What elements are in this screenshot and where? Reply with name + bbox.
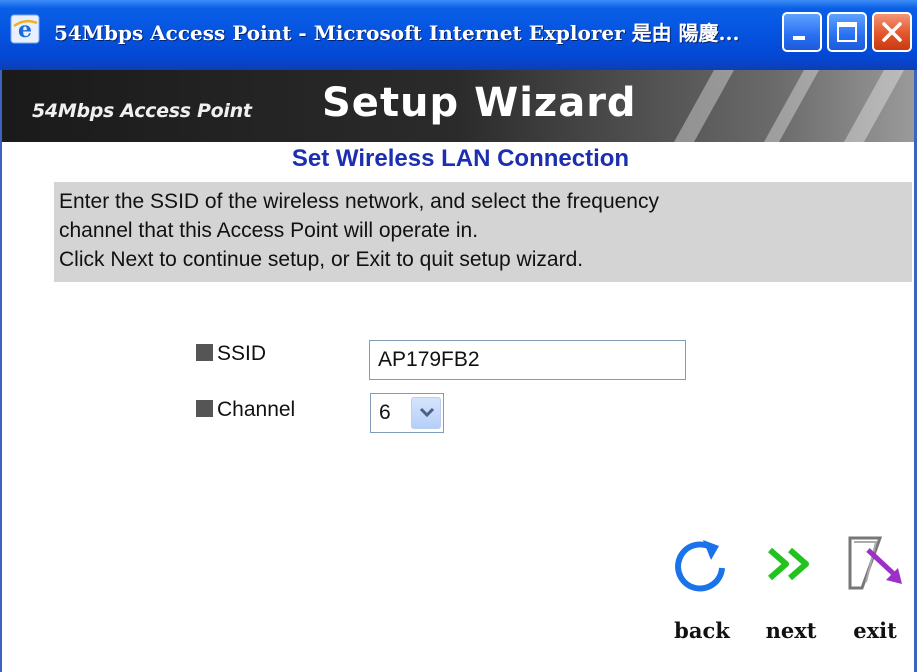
ie-icon: e bbox=[10, 14, 40, 44]
ssid-input[interactable] bbox=[369, 340, 686, 380]
wizard-banner: 54Mbps Access Point Setup Wizard bbox=[2, 70, 914, 142]
window-title-bar[interactable]: e 54Mbps Access Point - Microsoft Intern… bbox=[0, 0, 917, 71]
page-title: Set Wireless LAN Connection bbox=[291, 145, 630, 172]
chevron-down-icon bbox=[419, 407, 435, 418]
channel-label: Channel bbox=[217, 398, 296, 421]
close-button[interactable] bbox=[872, 12, 912, 52]
exit-door-arrow-icon bbox=[848, 536, 902, 590]
banner-decoration bbox=[674, 70, 904, 142]
square-bullet-icon bbox=[196, 343, 213, 361]
window-title: 54Mbps Access Point - Microsoft Internet… bbox=[54, 21, 740, 45]
minimize-icon bbox=[793, 36, 805, 40]
instructions-line: channel that this Access Point will oper… bbox=[59, 219, 479, 242]
instructions-line: Enter the SSID of the wireless network, … bbox=[59, 190, 659, 213]
maximize-icon bbox=[837, 22, 857, 42]
next-label: next bbox=[765, 618, 817, 643]
instructions-box: Enter the SSID of the wireless network, … bbox=[54, 182, 912, 282]
instructions-line: Click Next to continue setup, or Exit to… bbox=[59, 248, 584, 271]
minimize-button[interactable] bbox=[782, 12, 822, 52]
maximize-button[interactable] bbox=[827, 12, 867, 52]
banner-heading: Setup Wizard bbox=[322, 80, 637, 126]
banner-product-name: 54Mbps Access Point bbox=[32, 100, 252, 122]
back-button[interactable]: back bbox=[667, 518, 737, 648]
exit-button[interactable]: exit bbox=[840, 518, 910, 648]
channel-label-row: Channel bbox=[196, 398, 295, 428]
refresh-arrow-icon bbox=[675, 540, 725, 592]
square-bullet-icon bbox=[196, 399, 213, 417]
channel-dropdown-button[interactable] bbox=[411, 397, 441, 429]
channel-select[interactable]: 6 bbox=[370, 393, 444, 433]
ssid-label: SSID bbox=[217, 342, 267, 365]
double-chevron-right-icon bbox=[768, 547, 809, 581]
exit-label: exit bbox=[853, 618, 897, 643]
next-button[interactable]: next bbox=[756, 518, 826, 648]
browser-content: 54Mbps Access Point Setup Wizard Set Wir… bbox=[0, 70, 917, 672]
back-label: back bbox=[674, 618, 730, 643]
channel-selected-value: 6 bbox=[379, 401, 391, 424]
ssid-label-row: SSID bbox=[196, 342, 266, 372]
close-icon bbox=[882, 22, 902, 42]
